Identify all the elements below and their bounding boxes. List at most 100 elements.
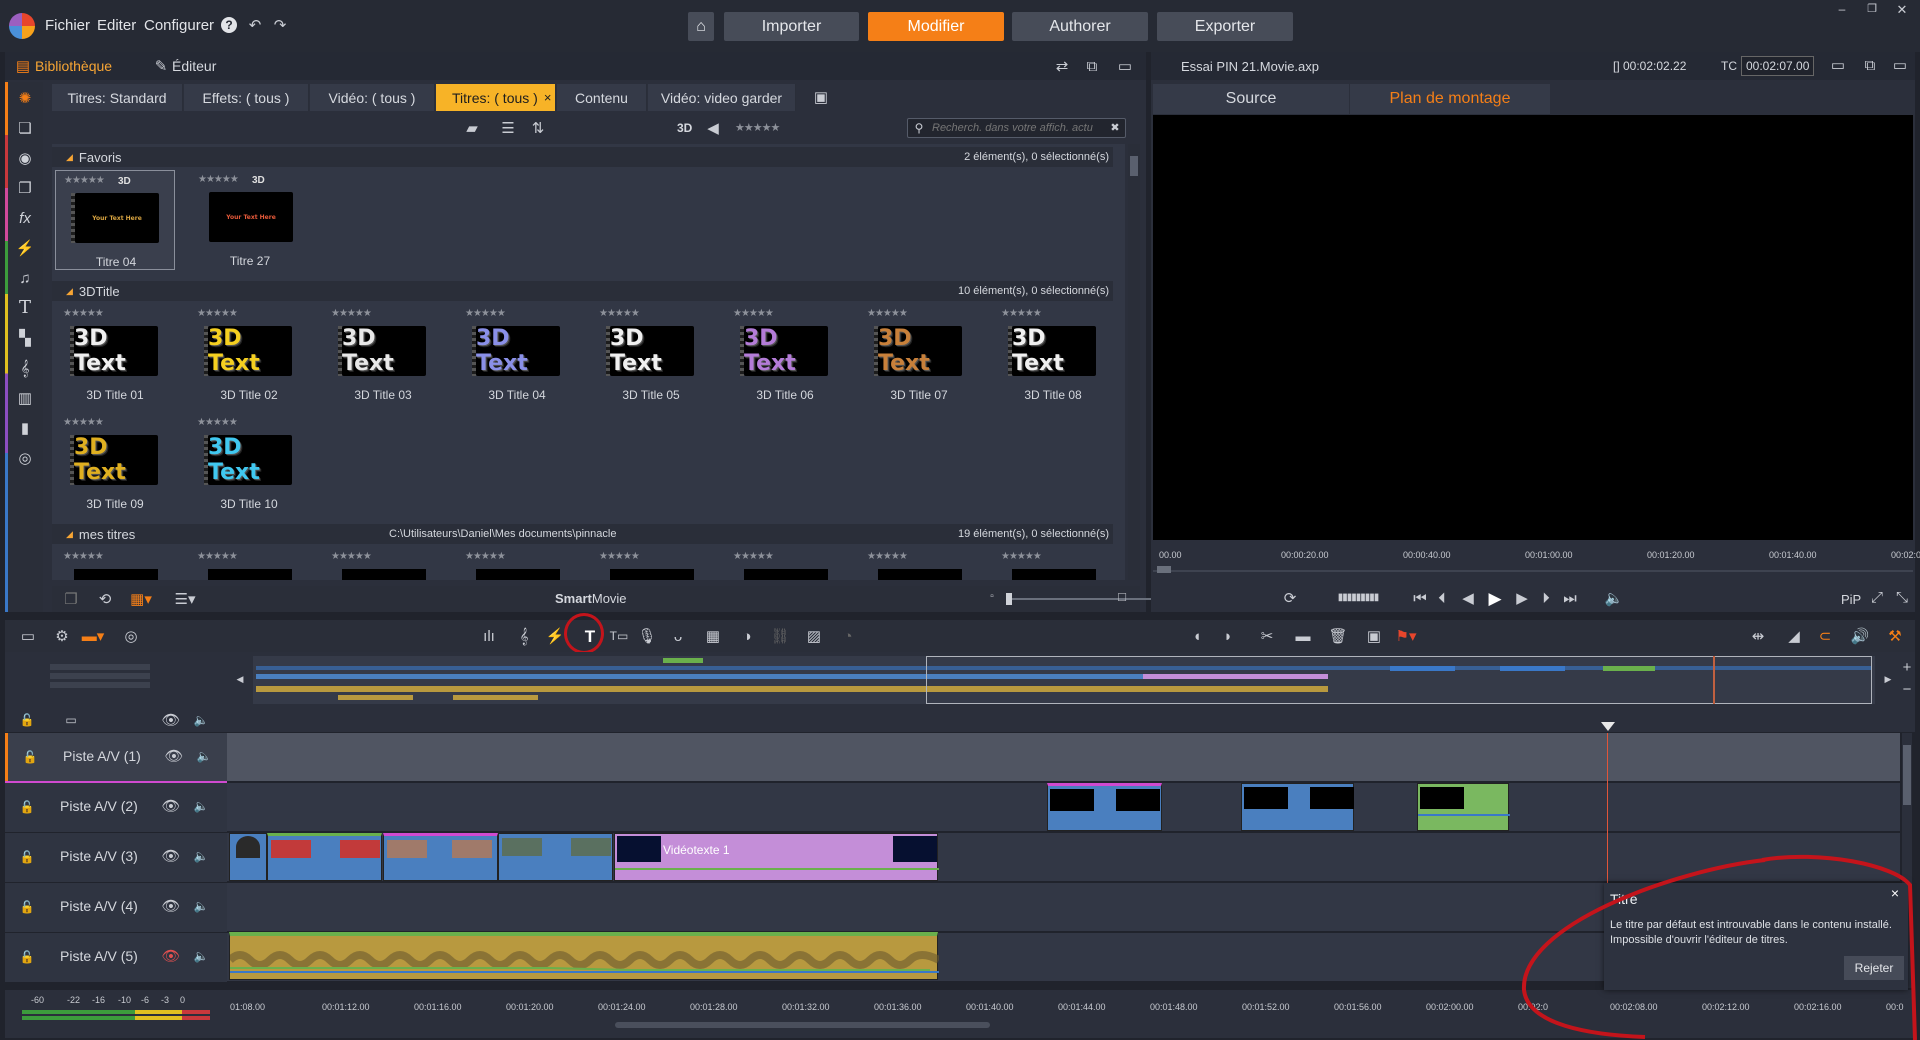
volume-icon[interactable]: 🔈 xyxy=(1601,589,1627,607)
library-scroll-thumb[interactable] xyxy=(1130,156,1138,176)
close-window-icon[interactable]: ✕ xyxy=(1895,2,1909,16)
disc-editor-icon[interactable]: ◎ xyxy=(122,627,140,645)
restore-icon[interactable]: ❐ xyxy=(1865,2,1879,16)
go-end-icon[interactable]: ⏭ xyxy=(1561,589,1579,607)
overview-viewport[interactable] xyxy=(926,656,1872,704)
swap-icon[interactable]: ⇄ xyxy=(1053,57,1071,75)
tab-bibliotheque[interactable]: Bibliothèque xyxy=(35,58,112,74)
title-card-partial[interactable]: ★★★★★ xyxy=(457,547,577,580)
overview-left-arrow[interactable]: ◀ xyxy=(235,672,245,686)
search-input[interactable] xyxy=(932,120,1102,136)
rating-filter[interactable]: ★★★★★ xyxy=(735,121,780,134)
eye-icon[interactable]: 👁 xyxy=(161,899,180,914)
scorefitter-icon[interactable]: 𝄞 xyxy=(14,357,36,379)
music-icon[interactable]: ♫ xyxy=(14,267,36,289)
mark-in-icon[interactable]: ◖ xyxy=(1190,627,1204,645)
eye-all-icon[interactable]: 👁 xyxy=(161,713,180,728)
title-card-partial[interactable]: ★★★★★ xyxy=(55,547,175,580)
rating-stars[interactable]: ★★★★★ xyxy=(331,308,372,319)
slider-handle[interactable] xyxy=(1006,593,1012,605)
title-card-3d[interactable]: ★★★★★ 3D Text 3D Title 05 xyxy=(591,304,711,404)
group-mes-titres[interactable]: ◢ mes titres C:\Utilisateurs\Daniel\Mes … xyxy=(52,524,1113,544)
project-bin-icon[interactable]: ✺ xyxy=(14,87,36,109)
color-icon[interactable]: ◑ xyxy=(738,627,756,645)
filter-3d[interactable]: 3D xyxy=(677,121,692,135)
details-view-icon[interactable]: ☰▾ xyxy=(172,590,198,608)
delete-icon[interactable]: 🗑 xyxy=(1328,627,1347,645)
video-clip[interactable] xyxy=(383,833,498,881)
scrub-handle[interactable] xyxy=(1157,566,1171,573)
audio-icon[interactable]: 🔈 xyxy=(193,949,209,963)
nav-modifier[interactable]: Modifier xyxy=(868,12,1004,41)
video-clip[interactable] xyxy=(1047,783,1162,831)
layout-icon[interactable]: ▭ xyxy=(1116,57,1134,75)
track-header[interactable]: 🔓 Piste A/V (3) 👁 🔈 xyxy=(5,833,227,882)
lib-tab-titres-tous[interactable]: Titres: ( tous ) × xyxy=(436,84,556,111)
razor-icon[interactable]: ✂ xyxy=(1258,627,1276,645)
shuttle-icon[interactable]: ▮▮▮▮▮▮▮▮▮ xyxy=(1323,589,1393,607)
titles-icon[interactable]: T xyxy=(14,297,36,319)
stabilize-icon[interactable]: ◔ xyxy=(839,627,857,645)
lock-icon[interactable]: 🔓 xyxy=(20,800,35,814)
track-header[interactable]: 🔓 Piste A/V (1) 👁 🔈 xyxy=(5,733,227,782)
gear-icon[interactable]: ⚙ xyxy=(53,627,71,645)
prev-frame-icon[interactable]: ⏴ xyxy=(1433,589,1451,607)
lock-icon[interactable]: 🔓 xyxy=(20,850,35,864)
nav-exporter[interactable]: Exporter xyxy=(1157,12,1293,41)
detach-preview-icon[interactable]: ⧉ xyxy=(1862,57,1878,73)
eye-icon[interactable]: 👁 xyxy=(164,749,183,764)
timecode-field[interactable]: 00:02:07.00 xyxy=(1741,56,1815,76)
scrub-bar[interactable] xyxy=(1153,570,1913,572)
marker-icon[interactable]: ⚑▾ xyxy=(1393,627,1419,645)
lock-icon[interactable]: 🔓 xyxy=(20,900,35,914)
track-lane[interactable] xyxy=(5,783,1900,832)
menu-fichier[interactable]: Fichier xyxy=(45,17,90,34)
search-box[interactable]: ⚲ ✖ xyxy=(907,118,1126,138)
zoom-in-icon[interactable]: + xyxy=(1900,660,1914,675)
minimize-icon[interactable]: – xyxy=(1835,2,1849,16)
next-frame-icon[interactable]: ⏵ xyxy=(1537,589,1555,607)
lock-icon[interactable]: 🔓 xyxy=(20,950,35,964)
tab-source[interactable]: Source xyxy=(1153,84,1349,114)
track-name[interactable]: Piste A/V (5) xyxy=(60,948,138,964)
group-3dtitle[interactable]: ◢ 3DTitle 10 élément(s), 0 sélectionné(s… xyxy=(52,281,1113,301)
rating-stars[interactable]: ★★★★★ xyxy=(63,551,104,562)
zoom-large-icon[interactable]: □ xyxy=(1115,589,1129,603)
play-icon[interactable]: ▶ xyxy=(1485,588,1505,608)
timeline-hscroll-thumb[interactable] xyxy=(615,1022,990,1028)
library-scrollbar[interactable] xyxy=(1128,144,1140,580)
grid-view-icon[interactable]: ▦▾ xyxy=(128,590,154,608)
rating-stars[interactable]: ★★★★★ xyxy=(197,308,238,319)
sort-icon[interactable]: ⇅ xyxy=(527,119,549,137)
tag-icon[interactable]: ◀ xyxy=(704,119,722,137)
title-card-3d[interactable]: ★★★★★ 3D Text 3D Title 08 xyxy=(993,304,1113,404)
loop-icon[interactable]: ⟳ xyxy=(1281,589,1299,607)
scorefitter-tool-icon[interactable]: 𝄞 xyxy=(515,627,533,645)
rating-stars[interactable]: ★★★★★ xyxy=(197,417,238,428)
undo-icon[interactable]: ↶ xyxy=(246,16,264,34)
menu-editer[interactable]: Editer xyxy=(97,17,136,34)
title-card-partial[interactable]: ★★★★★ xyxy=(591,547,711,580)
montage-icon[interactable]: ▚ xyxy=(14,327,36,349)
title-card-3d[interactable]: ★★★★★ 3D Text 3D Title 07 xyxy=(859,304,979,404)
copy-icon[interactable]: ❐ xyxy=(62,590,80,608)
ripple-icon[interactable]: ᴗ xyxy=(669,627,687,645)
thumb-size-slider[interactable] xyxy=(1006,593,1156,605)
title-clip[interactable] xyxy=(1417,783,1510,831)
video-clip[interactable] xyxy=(267,833,382,881)
video-clip[interactable] xyxy=(1241,783,1354,831)
zoom-out-icon[interactable]: − xyxy=(1900,682,1914,697)
disc-menu-icon[interactable]: ◎ xyxy=(14,447,36,469)
snapshot-icon[interactable]: ▣ xyxy=(1365,627,1383,645)
step-back-icon[interactable]: ◀ xyxy=(1459,589,1477,607)
track-header[interactable]: 🔓 Piste A/V (2) 👁 🔈 xyxy=(5,783,227,832)
list-view-icon[interactable]: ☰ xyxy=(497,119,519,137)
rating-stars[interactable]: ★★★★★ xyxy=(331,551,372,562)
title-card-3d[interactable]: ★★★★★ 3D Text 3D Title 09 xyxy=(55,413,175,513)
title-card-partial[interactable]: ★★★★★ xyxy=(323,547,443,580)
rating-stars[interactable]: ★★★★★ xyxy=(198,174,239,185)
title-card-3d[interactable]: ★★★★★ 3D Text 3D Title 10 xyxy=(189,413,309,513)
clear-search-icon[interactable]: ✖ xyxy=(1108,121,1122,135)
lib-tab-video-garder[interactable]: Vidéo: video garder xyxy=(648,84,796,111)
title-card-favorite[interactable]: ★★★★★ 3D Your Text Here Titre 04 xyxy=(55,170,175,270)
